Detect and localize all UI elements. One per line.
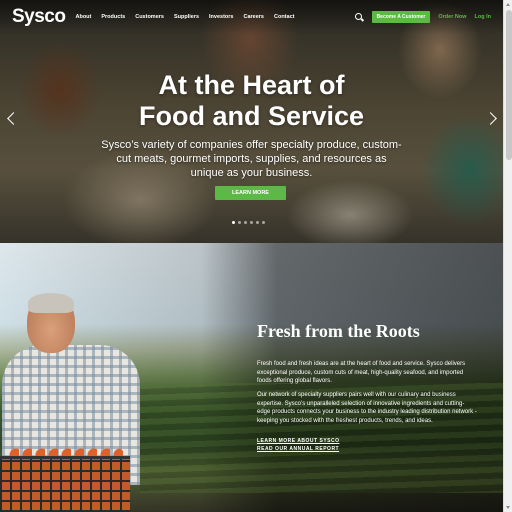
hero-title-line1: At the Heart of — [158, 70, 345, 100]
nav-link-customers[interactable]: Customers — [135, 14, 164, 20]
hero-carousel: Sysco About Products Customers Suppliers… — [0, 0, 503, 243]
section-title: Fresh from the Roots — [257, 321, 420, 341]
carousel-dot[interactable] — [244, 221, 247, 224]
learn-more-button[interactable]: LEARN MORE — [215, 186, 286, 200]
section-paragraph: Our network of specialty suppliers pairs… — [257, 392, 477, 424]
order-now-link[interactable]: Order Now — [438, 14, 466, 20]
search-icon[interactable] — [354, 12, 364, 22]
scroll-down-arrow-icon[interactable] — [506, 506, 510, 509]
nav-link-contact[interactable]: Contact — [274, 14, 294, 20]
carousel-dot[interactable] — [232, 221, 235, 224]
hero-title: At the Heart of Food and Service — [0, 70, 503, 132]
farmer-hair — [28, 293, 74, 313]
carousel-dot[interactable] — [250, 221, 253, 224]
nav-link-investors[interactable]: Investors — [209, 14, 233, 20]
nav-actions: Become A Customer Order Now Log In — [354, 11, 492, 23]
nav-links: About Products Customers Suppliers Inves… — [75, 14, 294, 20]
sysco-logo[interactable]: Sysco — [12, 6, 66, 28]
carousel-dot[interactable] — [238, 221, 241, 224]
top-nav: Sysco About Products Customers Suppliers… — [0, 0, 503, 34]
scroll-thumb[interactable] — [505, 10, 512, 160]
become-customer-button[interactable]: Become A Customer — [371, 11, 431, 23]
nav-link-products[interactable]: Products — [101, 14, 125, 20]
nav-link-suppliers[interactable]: Suppliers — [174, 14, 199, 20]
carousel-dot[interactable] — [256, 221, 259, 224]
nav-link-about[interactable]: About — [75, 14, 91, 20]
annual-report-link[interactable]: READ OUR ANNUAL REPORT — [257, 446, 339, 452]
carousel-dot[interactable] — [262, 221, 265, 224]
learn-more-about-sysco-link[interactable]: LEARN MORE ABOUT SYSCO — [257, 438, 339, 444]
hero-title-line2: Food and Service — [138, 101, 365, 131]
fresh-from-the-roots-section: Fresh from the Roots Fresh food and fres… — [0, 243, 503, 512]
section-paragraph: Fresh food and fresh ideas are at the he… — [257, 361, 466, 384]
carousel-dots — [232, 221, 265, 224]
produce-crate — [0, 456, 130, 512]
nav-link-careers[interactable]: Careers — [243, 14, 264, 20]
log-in-link[interactable]: Log In — [475, 14, 492, 20]
hero-subtitle: Sysco’s variety of companies offer speci… — [101, 139, 402, 179]
page-scrollbar[interactable] — [503, 0, 512, 512]
scroll-up-arrow-icon[interactable] — [506, 3, 510, 6]
